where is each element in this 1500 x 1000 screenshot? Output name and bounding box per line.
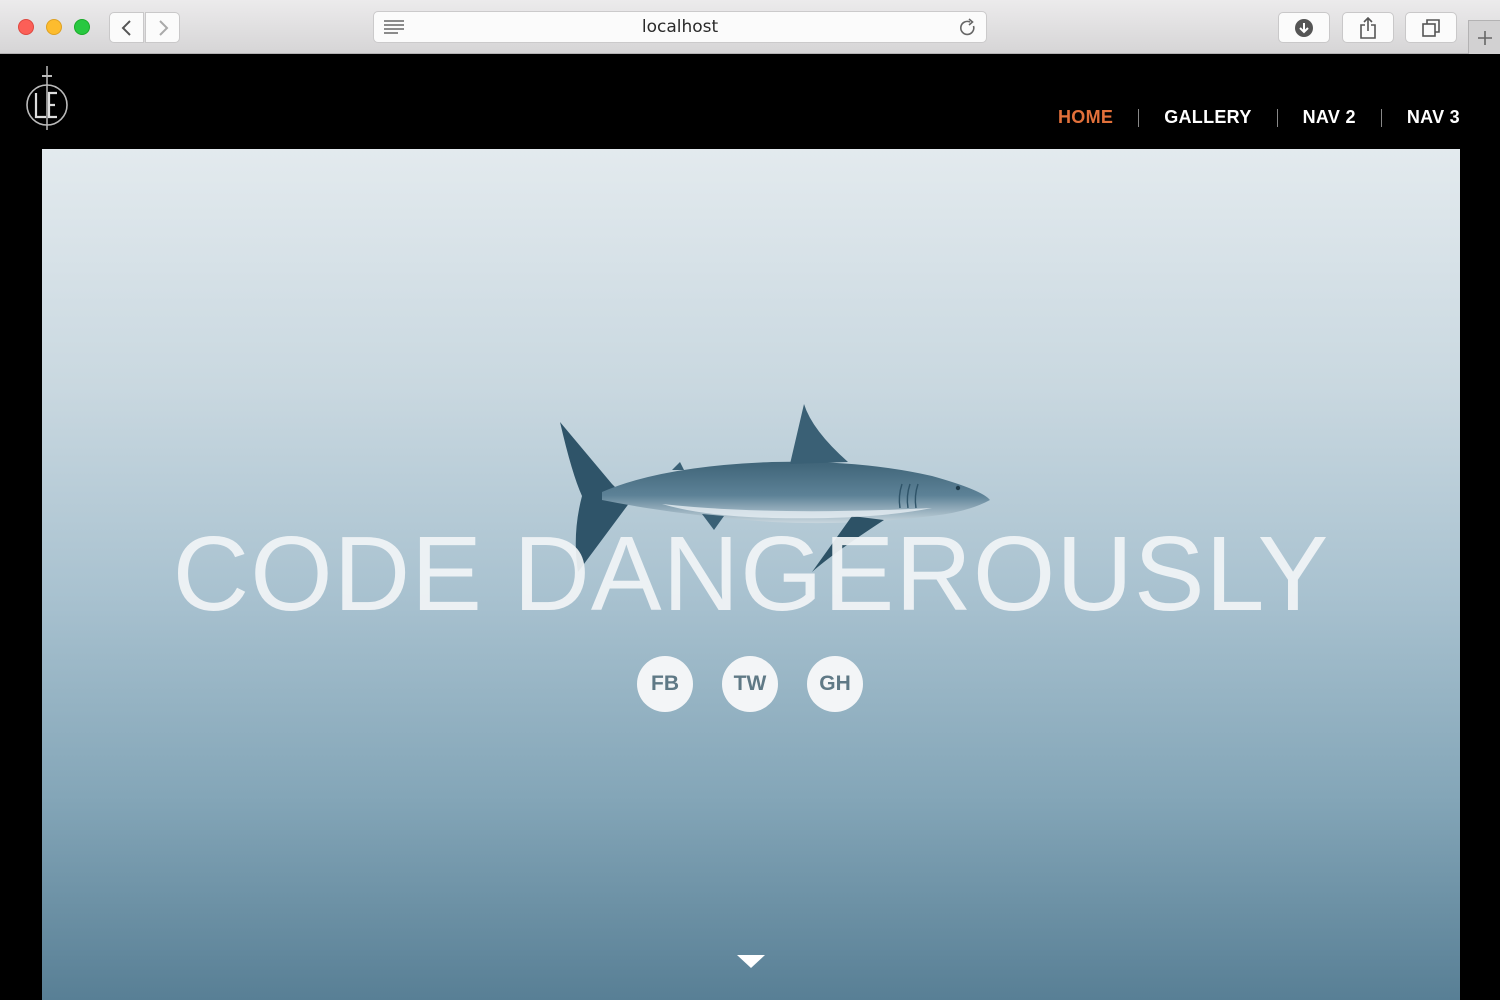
show-tabs-button[interactable] [1405, 12, 1457, 43]
back-button[interactable] [109, 12, 144, 43]
twitter-button[interactable]: TW [722, 656, 778, 712]
web-page: HOME GALLERY NAV 2 NAV 3 CODE DANGEROUSL… [0, 54, 1500, 1000]
zoom-window-button[interactable] [74, 19, 90, 35]
hero-section: CODE DANGEROUSLY FB TW GH [42, 149, 1460, 1000]
nav-item-home[interactable]: HOME [1058, 107, 1113, 128]
url-text: localhost [641, 17, 719, 37]
minimize-window-button[interactable] [46, 19, 62, 35]
tabs-icon [1422, 18, 1440, 37]
back-icon [121, 19, 131, 36]
facebook-button[interactable]: FB [637, 656, 693, 712]
forward-icon [158, 19, 168, 36]
le-sword-logo[interactable] [24, 66, 70, 132]
forward-button[interactable] [145, 12, 180, 43]
nav-divider [1276, 108, 1278, 127]
share-button[interactable] [1342, 12, 1394, 43]
new-tab-icon [1477, 30, 1492, 45]
download-icon [1295, 18, 1313, 37]
hero-headline: CODE DANGEROUSLY [172, 515, 1330, 633]
nav-item-nav-2[interactable]: NAV 2 [1303, 107, 1356, 128]
github-button[interactable]: GH [807, 656, 863, 712]
address-bar[interactable]: localhost [373, 11, 987, 43]
browser-toolbar: localhost [0, 0, 1500, 54]
close-window-button[interactable] [18, 19, 34, 35]
reader-icon[interactable] [384, 20, 404, 34]
nav-divider [1380, 108, 1382, 127]
nav-divider [1138, 108, 1140, 127]
share-icon [1360, 16, 1376, 39]
downloads-button[interactable] [1278, 12, 1330, 43]
reload-icon[interactable] [958, 18, 978, 38]
main-nav: HOME GALLERY NAV 2 NAV 3 [1058, 107, 1460, 128]
social-links: FB TW GH [637, 656, 863, 712]
down-arrow-icon[interactable] [737, 955, 765, 968]
nav-item-gallery[interactable]: GALLERY [1164, 107, 1251, 128]
nav-item-nav-3[interactable]: NAV 3 [1407, 107, 1460, 128]
new-tab-button[interactable] [1468, 20, 1500, 54]
